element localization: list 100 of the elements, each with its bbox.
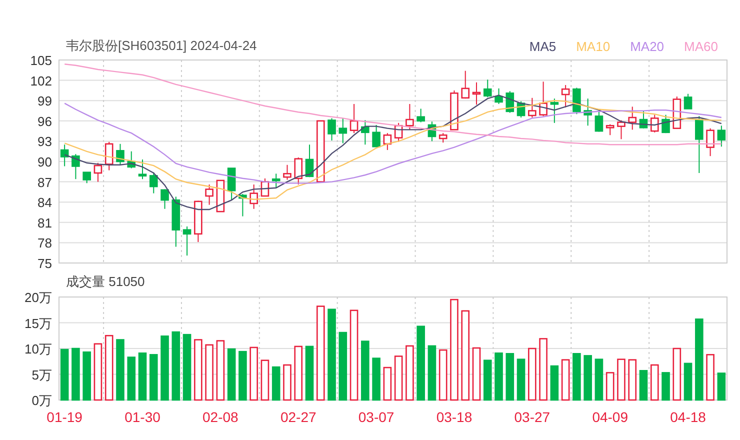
volume-bar	[250, 346, 258, 401]
candlestick	[82, 172, 91, 184]
volume-bar	[528, 348, 536, 401]
candlestick	[172, 196, 180, 248]
volume-bar	[428, 345, 436, 401]
legend-label: MA20	[630, 38, 664, 54]
volume-bar	[205, 344, 214, 401]
candlestick	[639, 110, 648, 129]
axis-label: 84	[38, 195, 52, 210]
volume-bar	[406, 345, 414, 401]
axis-label: 99	[38, 94, 52, 109]
volume-bar	[361, 340, 370, 401]
volume-bar	[82, 351, 91, 401]
candlestick	[227, 168, 236, 201]
candlestick	[182, 226, 192, 256]
candlestick	[294, 156, 303, 185]
candlestick	[272, 173, 280, 188]
volume-bar	[494, 352, 503, 401]
axis-label: 01-19	[46, 409, 82, 425]
volume-bar	[472, 347, 481, 401]
volume-label: 成交量 51050	[66, 273, 145, 291]
candlestick	[416, 108, 425, 123]
volume-bar	[594, 358, 604, 401]
axis-label: 04-09	[592, 409, 628, 425]
axis-label: 81	[38, 215, 52, 230]
candlestick	[361, 120, 370, 146]
volume-bar	[372, 358, 380, 401]
candlestick	[305, 144, 314, 178]
volume-bar	[238, 350, 247, 401]
volume-bar	[662, 372, 670, 401]
candlestick	[383, 132, 392, 150]
volume-bar	[628, 359, 637, 401]
candlestick	[628, 106, 637, 130]
candlestick	[572, 87, 581, 115]
axis-label: 03-07	[358, 409, 394, 425]
candlestick	[250, 184, 258, 210]
axis-label: 87	[38, 174, 52, 190]
axis-label: 02-27	[280, 409, 316, 425]
volume-bar	[550, 365, 559, 401]
volume-bar	[706, 354, 714, 401]
volume-bar	[650, 364, 659, 401]
candlestick	[594, 110, 604, 132]
candlestick	[617, 120, 626, 140]
volume-bar	[506, 353, 514, 401]
candlestick	[706, 128, 714, 157]
candlestick	[260, 178, 270, 197]
candlestick	[138, 158, 147, 180]
volume-bar	[127, 356, 136, 401]
axis-label: 10万	[24, 342, 52, 356]
candlestick	[550, 98, 559, 124]
axis-label: 0万	[32, 393, 52, 408]
candlestick	[116, 143, 124, 166]
candlestick	[283, 164, 292, 180]
candlestick	[438, 132, 448, 144]
volume-bar	[672, 348, 682, 401]
volume-bar	[561, 359, 570, 401]
candlestick	[561, 84, 570, 108]
axis-label: 02-08	[202, 409, 238, 425]
volume-bar	[383, 366, 392, 401]
candlestick	[650, 114, 659, 133]
candlestick	[528, 97, 536, 118]
volume-bar	[394, 356, 403, 401]
candlestick	[539, 81, 548, 117]
volume-bar	[72, 348, 80, 401]
legend-label: MA60	[684, 38, 718, 54]
candlestick	[94, 162, 102, 182]
volume-bar	[116, 339, 124, 401]
legend-label: MA5	[529, 38, 556, 54]
volume-bar	[260, 360, 270, 401]
volume-bar	[194, 339, 202, 401]
volume-bar	[639, 370, 648, 401]
volume-bar	[104, 334, 114, 401]
candlestick	[584, 98, 592, 126]
candlestick	[216, 180, 225, 212]
candlestick	[606, 124, 614, 136]
volume-bar	[617, 358, 626, 401]
candlestick	[238, 193, 247, 217]
candlestick	[406, 103, 414, 130]
candlestick	[662, 114, 670, 134]
candlestick	[127, 150, 136, 169]
axis-label: 03-18	[436, 409, 472, 425]
candlestick	[350, 103, 358, 134]
axis-label: 96	[38, 114, 52, 129]
volume-bar	[272, 366, 280, 401]
volume-bar	[94, 343, 102, 401]
candlestick	[60, 144, 69, 167]
candlestick	[695, 116, 704, 174]
axis-label: 78	[38, 236, 52, 251]
volume-bar	[539, 338, 548, 401]
volume-bar	[60, 348, 69, 401]
volume-bar	[227, 348, 236, 401]
axis-label: 04-18	[670, 409, 706, 425]
volume-bar	[138, 352, 147, 401]
axis-label: 20万	[24, 291, 52, 305]
candlestick	[472, 82, 481, 106]
candlestick	[450, 90, 458, 130]
volume-bar	[584, 355, 592, 401]
candlestick	[316, 120, 325, 182]
axis-label: 15万	[24, 316, 52, 331]
candlestick	[461, 70, 470, 100]
